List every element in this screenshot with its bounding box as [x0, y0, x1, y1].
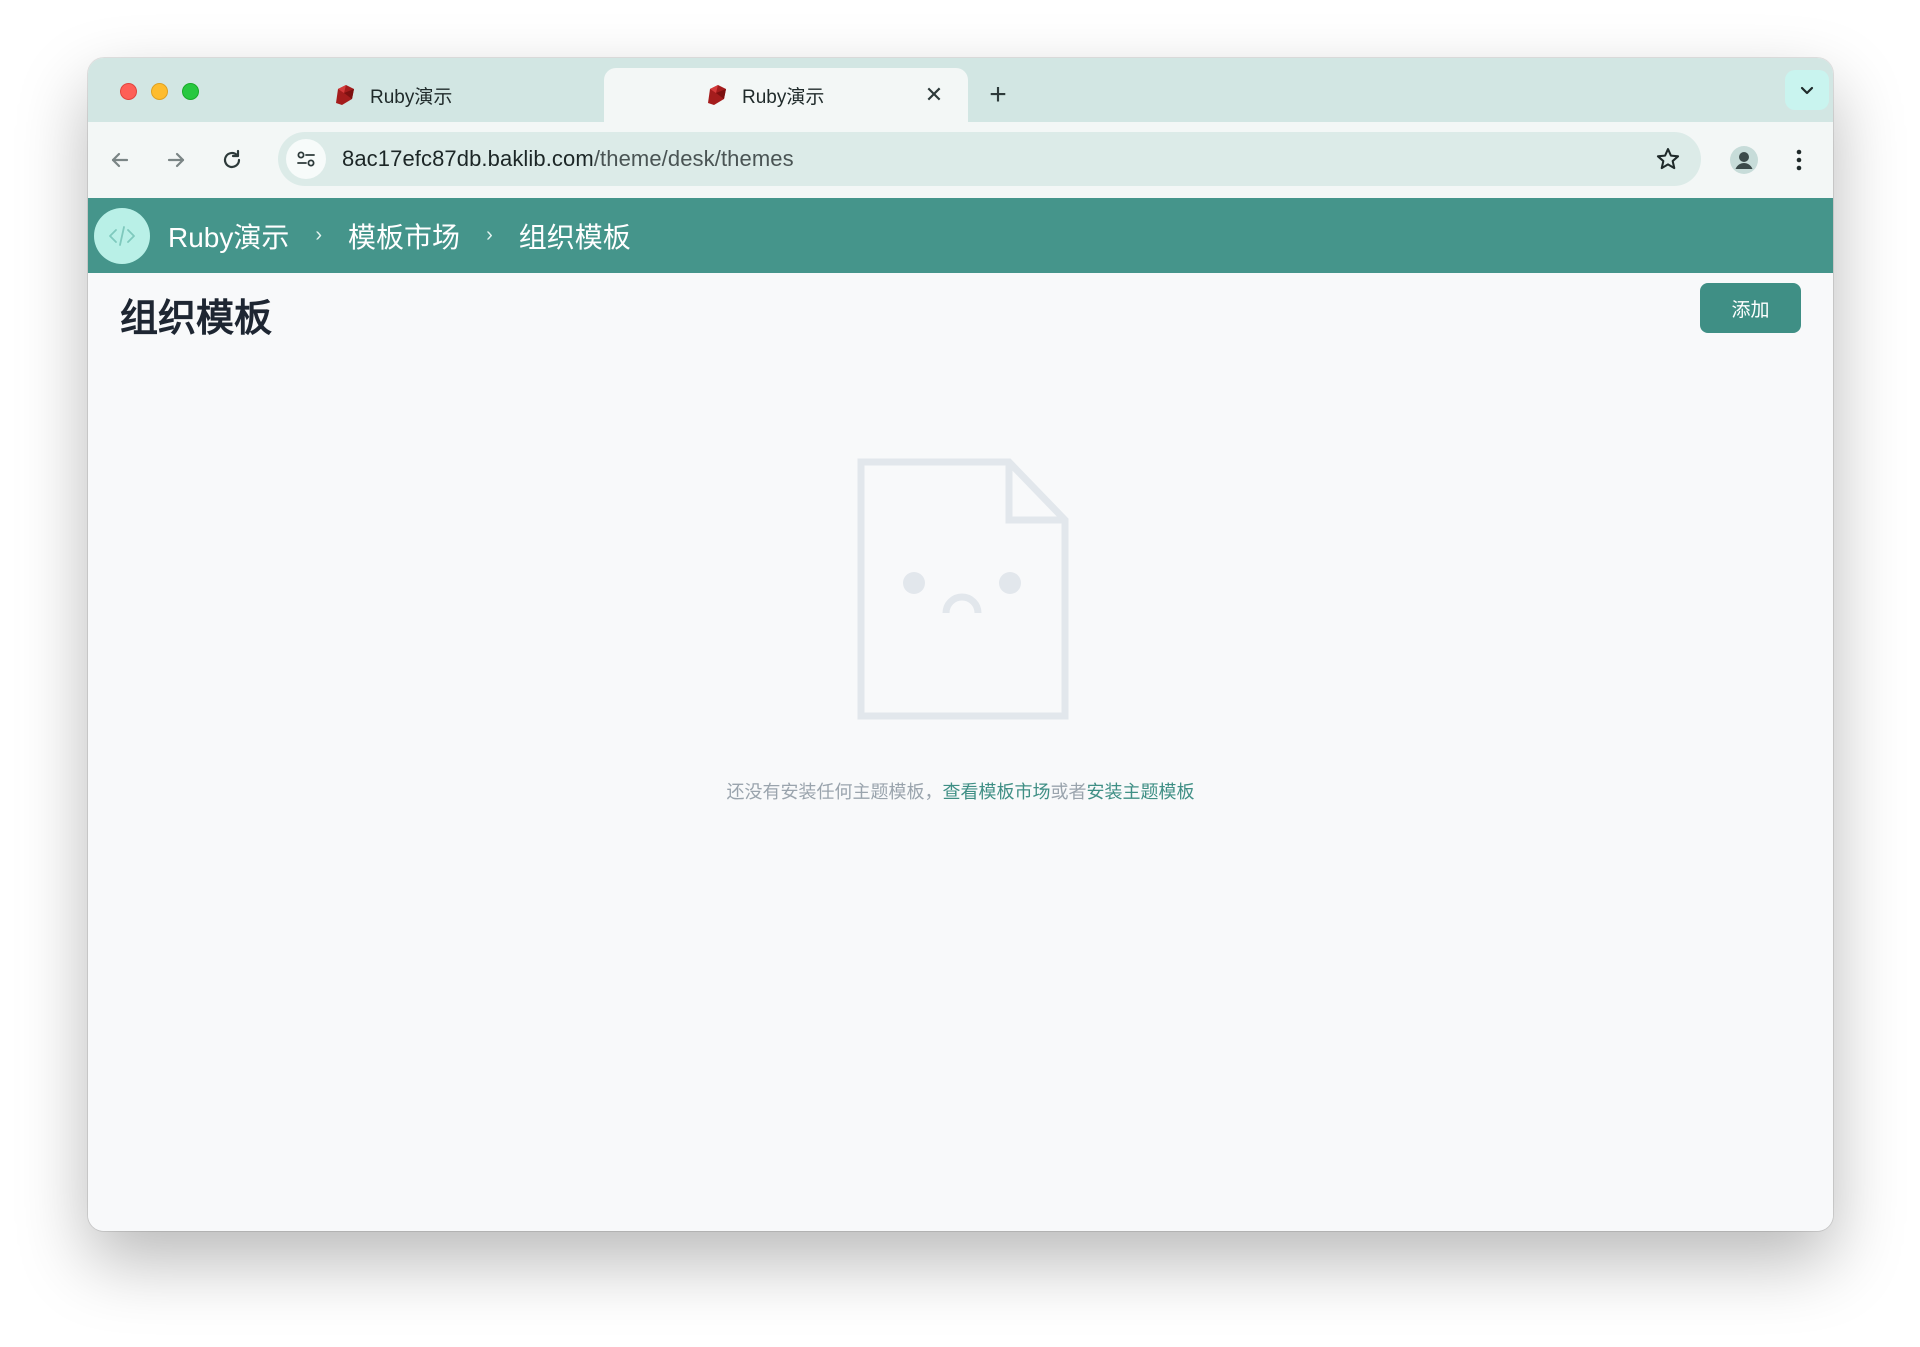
breadcrumb-current[interactable]: 组织模板: [519, 216, 631, 256]
close-window-button[interactable]: [120, 83, 137, 100]
empty-or-text: 或者: [1050, 782, 1087, 802]
profile-avatar-icon[interactable]: [1726, 142, 1762, 178]
view-market-link[interactable]: 查看模板市场: [943, 782, 1051, 802]
site-settings-icon[interactable]: [286, 139, 326, 179]
url-host: 8ac17efc87db.baklib.com: [342, 146, 594, 171]
ruby-favicon-icon: [332, 83, 356, 107]
tab-strip: Ruby演示 ✕ Ruby演示 ✕ +: [88, 58, 1833, 122]
tab-title: Ruby演示: [370, 86, 453, 108]
tab-search-button[interactable]: [1785, 70, 1829, 110]
breadcrumb-separator-icon: ›: [486, 224, 493, 246]
browser-toolbar: 8ac17efc87db.baklib.com/theme/desk/theme…: [88, 122, 1833, 198]
tab-title: Ruby演示: [742, 86, 825, 108]
add-button[interactable]: 添加: [1700, 283, 1801, 333]
arrow-left-icon: [111, 152, 129, 168]
maximize-window-button[interactable]: [182, 83, 199, 100]
page-title: 组织模板: [120, 298, 273, 340]
new-tab-button[interactable]: +: [981, 78, 1015, 112]
minimize-window-button[interactable]: [151, 83, 168, 100]
chevron-down-icon: [1800, 86, 1814, 95]
install-theme-link[interactable]: 安装主题模板: [1087, 782, 1195, 802]
back-button[interactable]: [102, 142, 138, 178]
breadcrumb-market[interactable]: 模板市场: [348, 216, 460, 256]
reload-button[interactable]: [214, 142, 250, 178]
arrow-right-icon: [167, 152, 185, 168]
bookmark-star-icon[interactable]: [1651, 142, 1685, 176]
forward-button[interactable]: [158, 142, 194, 178]
browser-window: Ruby演示 ✕ Ruby演示 ✕ +: [88, 58, 1833, 1231]
tab-2[interactable]: Ruby演示 ✕: [604, 68, 968, 122]
breadcrumb-separator-icon: ›: [315, 224, 323, 246]
browser-menu-icon[interactable]: [1781, 142, 1817, 178]
ruby-favicon-icon: [704, 83, 728, 107]
empty-state-message: 还没有安装任何主题模板，查看模板市场或者安装主题模板: [88, 778, 1833, 804]
app-header: Ruby演示 › 模板市场 › 组织模板: [88, 198, 1833, 273]
url-path: /theme/desk/themes: [593, 146, 794, 171]
address-bar[interactable]: 8ac17efc87db.baklib.com/theme/desk/theme…: [278, 132, 1701, 186]
reload-icon: [223, 149, 241, 169]
code-logo-icon[interactable]: [94, 207, 150, 264]
empty-message-text: 还没有安装任何主题模板，: [726, 782, 943, 802]
url-text[interactable]: 8ac17efc87db.baklib.com/theme/desk/theme…: [342, 146, 794, 172]
close-tab-icon[interactable]: ✕: [920, 81, 948, 109]
empty-document-icon: [857, 458, 1069, 720]
main-content: 组织模板 添加 还没有安装任何主题模板，查看模板市场或者安装主题模板: [88, 273, 1833, 1231]
breadcrumb-home[interactable]: Ruby演示: [168, 216, 289, 256]
